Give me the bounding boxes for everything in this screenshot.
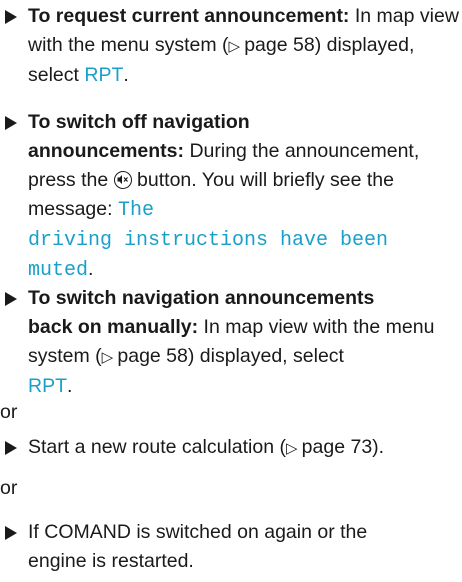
instruction-new-route: Start a new route calculation (▷ page 73… [0, 433, 462, 463]
page-reference-arrow-icon: ▷ [228, 38, 245, 55]
instruction-request-announcement: To request current announcement: In map … [0, 2, 462, 90]
mute-button-icon [113, 171, 132, 189]
list-item: To request current announcement: In map … [0, 2, 462, 90]
list-item: Start a new route calculation (▷ page 73… [0, 433, 462, 463]
instruction-restart: If COMAND is switched on again or the en… [0, 518, 462, 576]
instruction-switch-on: To switch navigation announcements back … [0, 284, 462, 401]
manual-page: To request current announcement: In map … [0, 0, 462, 582]
page-reference-arrow-icon: ▷ [285, 440, 302, 457]
list-item: To switch off navigation announcements: … [0, 108, 462, 285]
triangle-bullet-icon [5, 441, 17, 455]
page-reference: page 58 [244, 34, 315, 56]
page-reference-arrow-icon: ▷ [101, 349, 118, 366]
triangle-bullet-icon [5, 116, 17, 130]
list-item: If COMAND is switched on again or the en… [0, 518, 462, 576]
triangle-bullet-icon [5, 10, 17, 24]
or-separator: or [0, 401, 18, 423]
instruction-title: To switch off navigation [28, 111, 250, 133]
menu-item-rpt: RPT [28, 375, 67, 397]
instruction-switch-off: To switch off navigation announcements: … [0, 108, 462, 285]
or-separator: or [0, 477, 18, 499]
triangle-bullet-icon [5, 526, 17, 540]
page-reference: page 73 [301, 436, 373, 458]
instruction-title: To request current announcement: [28, 5, 350, 27]
instruction-title: To switch navigation announcements [28, 287, 375, 309]
triangle-bullet-icon [5, 292, 17, 306]
list-item: To switch navigation announcements back … [0, 284, 462, 401]
system-message: The [117, 199, 154, 222]
page-reference: page 58 [117, 345, 188, 367]
menu-item-rpt: RPT [84, 64, 124, 86]
